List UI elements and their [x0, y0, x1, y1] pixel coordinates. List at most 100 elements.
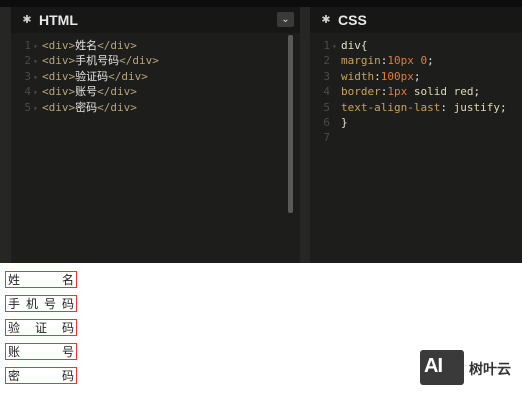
line-number: 4: [24, 85, 31, 99]
html-code[interactable]: 1 ▾ <div>姓名</div> 2 ▾ <div>手机号码</div> 3 ▾ <div>验…: [11, 38, 300, 115]
line-number: 1: [24, 39, 31, 52]
justified-char: 手: [8, 297, 21, 311]
left-divider: [0, 7, 11, 263]
open-tag: <div>: [42, 100, 76, 114]
css-semicolon: ;: [427, 54, 434, 68]
code-line: 2 ▾ <div>手机号码</div>: [11, 53, 300, 68]
justified-char: 名: [61, 273, 74, 287]
css-colon: :: [440, 100, 447, 114]
line-number: 2: [323, 54, 330, 68]
css-property: text-align-last: [341, 100, 441, 114]
css-value: solid red: [407, 85, 474, 99]
html-pane-header: ✱ HTML ⌄: [11, 7, 300, 33]
tag-text: 姓名: [75, 39, 98, 52]
tag-text: 手机号码: [75, 54, 120, 68]
close-tag: </div>: [97, 100, 137, 114]
fold-arrow-icon[interactable]: ▾: [33, 85, 42, 100]
open-tag: <div>: [42, 54, 76, 68]
watermark: AI 树叶云: [420, 350, 520, 386]
fold-arrow-icon[interactable]: ▾: [33, 54, 42, 69]
editor-area: ✱ HTML ⌄ 1 ▾ <div>姓名</div> 2 ▾ <div>手机号码</div…: [0, 0, 522, 263]
line-number: 2: [24, 54, 31, 68]
chevron-down-icon: ⌄: [281, 14, 290, 25]
fold-arrow-icon[interactable]: ▾: [332, 39, 341, 54]
tag-text: 密码: [75, 100, 98, 114]
css-value: 100px: [380, 69, 414, 83]
close-tag: </div>: [97, 85, 137, 99]
justified-char: 机: [25, 297, 38, 311]
fold-arrow-icon: [332, 131, 341, 146]
code-line: 7: [310, 130, 522, 145]
code-line: 1 ▾ div{: [310, 38, 522, 53]
code-line: 4 ▾ <div>账号</div>: [11, 84, 300, 99]
line-number: 4: [323, 85, 330, 99]
justified-div: 验证码: [5, 319, 77, 336]
open-tag: <div>: [42, 39, 76, 52]
justified-char: 码: [61, 369, 74, 383]
css-selector: }: [341, 115, 348, 129]
fold-arrow-icon: [332, 85, 341, 100]
css-value-number: 1px: [387, 85, 408, 99]
fold-arrow-icon[interactable]: ▾: [33, 70, 42, 85]
justified-char: 证: [34, 321, 47, 335]
close-tag: </div>: [97, 39, 137, 52]
css-pane-title: CSS: [338, 12, 367, 28]
justified-char: 号: [61, 345, 74, 359]
justified-char: 码: [61, 321, 74, 335]
css-property: margin: [341, 54, 381, 68]
justified-char: 码: [61, 297, 74, 311]
code-line: 3 width:100px;: [310, 69, 522, 84]
css-value: 10px 0: [387, 54, 428, 68]
justified-char: 号: [43, 297, 56, 311]
html-pane[interactable]: ✱ HTML ⌄ 1 ▾ <div>姓名</div> 2 ▾ <div>手机号码</div…: [11, 7, 300, 263]
code-line: 3 ▾ <div>验证码</div>: [11, 69, 300, 84]
gear-icon[interactable]: ✱: [21, 14, 33, 26]
gear-icon[interactable]: ✱: [320, 14, 332, 26]
css-pane[interactable]: ✱ CSS 1 ▾ div{2 margin:10px 0; 3 width:100p…: [310, 7, 522, 263]
fold-arrow-icon[interactable]: ▾: [33, 101, 42, 116]
fold-arrow-icon: [332, 116, 341, 131]
close-tag: </div>: [108, 69, 148, 83]
justified-div: 密码: [5, 367, 77, 384]
code-line: 5 ▾ <div>密码</div>: [11, 100, 300, 115]
line-number: 7: [323, 131, 330, 145]
fold-arrow-icon: [332, 54, 341, 69]
top-bar: [0, 0, 522, 7]
code-line: 2 margin:10px 0;: [310, 53, 522, 68]
watermark-text: 树叶云: [469, 362, 511, 378]
fold-arrow-icon: [332, 101, 341, 116]
code-line: 4 border:1px solid red;: [310, 84, 522, 99]
line-number: 5: [24, 100, 31, 114]
line-number: 5: [323, 100, 330, 114]
open-tag: <div>: [42, 85, 76, 99]
code-line: 5 text-align-last: justify;: [310, 100, 522, 115]
open-tag: <div>: [42, 69, 76, 83]
justified-char: 验: [8, 321, 21, 335]
css-value: justify: [446, 100, 500, 114]
code-line: 1 ▾ <div>姓名</div>: [11, 38, 300, 53]
close-tag: </div>: [119, 54, 159, 68]
css-semicolon: ;: [473, 85, 481, 99]
justified-div: 手机号码: [5, 295, 77, 312]
html-pane-title: HTML: [39, 12, 78, 28]
watermark-logo-text: AI: [424, 355, 443, 377]
css-semicolon: ;: [413, 69, 421, 83]
pane-divider[interactable]: [300, 7, 310, 263]
css-code[interactable]: 1 ▾ div{2 margin:10px 0; 3 width:100px; 4 bo…: [310, 38, 522, 146]
tag-text: 验证码: [75, 69, 109, 83]
justified-char: 密: [8, 369, 21, 383]
css-semicolon: ;: [499, 100, 507, 114]
code-line: 6 }: [310, 115, 522, 130]
tag-text: 账号: [75, 85, 98, 99]
watermark-logo: AI: [420, 350, 464, 385]
justified-char: 姓: [8, 273, 21, 287]
collapse-button[interactable]: ⌄: [277, 12, 294, 27]
justified-div: 姓名: [5, 271, 77, 288]
fold-arrow-icon[interactable]: ▾: [33, 39, 42, 54]
css-property: border: [341, 85, 381, 99]
fold-arrow-icon: [332, 70, 341, 85]
html-scrollbar[interactable]: [288, 35, 293, 213]
css-selector: div{: [341, 39, 368, 52]
line-number: 3: [323, 69, 330, 83]
css-pane-header: ✱ CSS: [310, 7, 522, 33]
